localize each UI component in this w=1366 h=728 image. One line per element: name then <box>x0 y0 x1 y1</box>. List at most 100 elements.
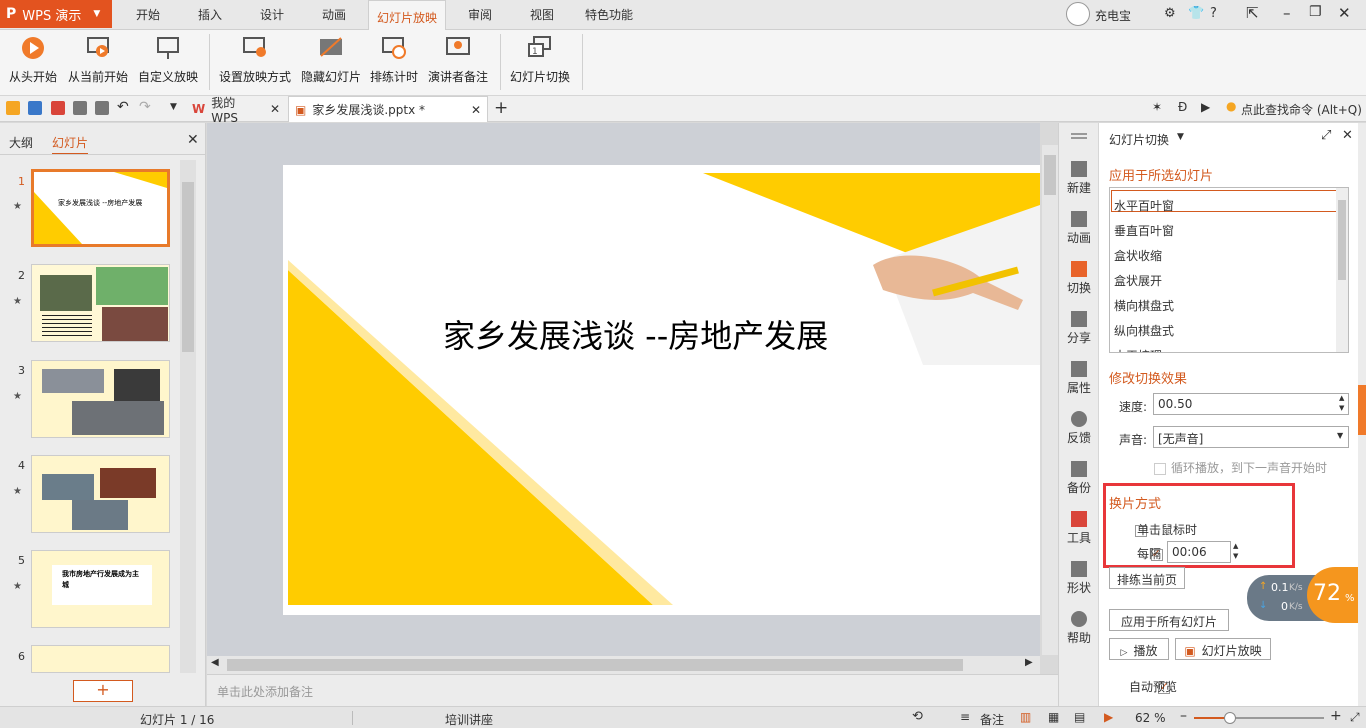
sorter-view-icon[interactable]: ▦ <box>1048 710 1059 724</box>
presenter-notes-button[interactable]: 演讲者备注 <box>428 34 488 85</box>
zoom-slider-thumb[interactable] <box>1224 712 1236 724</box>
list-item[interactable]: 水平百叶窗 <box>1114 194 1174 219</box>
user-name[interactable]: 充电宝 <box>1095 7 1131 24</box>
tab-insert[interactable]: 插入 <box>198 6 222 23</box>
play-button[interactable]: ▷ 播放 <box>1109 638 1169 660</box>
pane-dock-icon[interactable]: ⤢ <box>1321 128 1331 143</box>
slides-scrollbar[interactable] <box>180 160 196 673</box>
sidebar-item-feedback[interactable]: 反馈 <box>1059 411 1099 446</box>
notes-toggle[interactable]: 备注 <box>980 711 1004 728</box>
arrow-icon[interactable]: ▶ <box>1201 100 1210 114</box>
custom-show-button[interactable]: 自定义放映 <box>138 34 198 85</box>
list-item[interactable]: 水平梳理 <box>1114 344 1174 352</box>
chevron-down-icon[interactable]: ▼ <box>1177 132 1184 142</box>
reading-view-icon[interactable]: ▤ <box>1074 710 1085 724</box>
list-item[interactable]: 盒状收缩 <box>1114 244 1174 269</box>
sidebar-item-new[interactable]: 新建 <box>1059 161 1099 196</box>
scrollbar-thumb[interactable] <box>227 659 963 671</box>
list-item[interactable]: 横向棋盘式 <box>1114 294 1174 319</box>
pane-expand-handle[interactable] <box>1358 385 1366 435</box>
from-start-button[interactable]: 从头开始 <box>9 34 57 85</box>
close-panel-icon[interactable]: ✕ <box>187 132 199 148</box>
wps-menu-button[interactable]: P WPS 演示 ▼ <box>0 0 112 28</box>
rehearse-timing-button[interactable]: 排练计时 <box>370 34 418 85</box>
every-stepper[interactable]: ▲ ▼ <box>1233 541 1238 561</box>
avatar[interactable] <box>1066 2 1090 26</box>
hide-slide-button[interactable]: 隐藏幻灯片 <box>301 34 361 85</box>
open-folder-icon[interactable] <box>6 101 20 115</box>
scroll-left-icon[interactable]: ◀ <box>211 657 219 668</box>
new-tab-icon[interactable]: + <box>494 98 508 118</box>
pane-close-icon[interactable]: ✕ <box>1342 128 1353 143</box>
slide-thumbnail-1[interactable]: 家乡发展浅谈 --房地产发展 <box>31 169 170 247</box>
sidebar-item-share[interactable]: 分享 <box>1059 311 1099 346</box>
close-icon[interactable]: ✕ <box>1338 4 1351 22</box>
slide-transition-button[interactable]: 1 幻灯片切换 <box>510 34 570 85</box>
notes-area[interactable]: 单击此处添加备注 <box>207 674 1058 706</box>
preview-icon[interactable] <box>95 101 109 115</box>
pdf-icon[interactable] <box>51 101 65 115</box>
chevron-down-icon[interactable]: ▼ <box>170 102 177 112</box>
effect-list[interactable]: 水平百叶窗 垂直百叶窗 盒状收缩 盒状展开 横向棋盘式 纵向棋盘式 水平梳理 <box>1109 187 1349 353</box>
vertical-scrollbar[interactable] <box>1042 145 1058 655</box>
sidebar-item-backup[interactable]: 备份 <box>1059 461 1099 496</box>
add-slide-button[interactable]: + <box>73 680 133 702</box>
slide-thumbnail-3[interactable] <box>31 360 170 438</box>
slide-title[interactable]: 家乡发展浅谈 --房地产发展 <box>443 311 828 357</box>
pin-icon[interactable]: ✶ <box>1152 100 1162 114</box>
loop-checkbox[interactable] <box>1154 462 1166 475</box>
zoom-slider[interactable] <box>1194 712 1324 724</box>
tab-view[interactable]: 视图 <box>530 6 554 23</box>
list-scrollbar[interactable] <box>1336 188 1348 352</box>
sidebar-item-help[interactable]: 帮助 <box>1059 611 1099 646</box>
slide-thumbnail-4[interactable] <box>31 455 170 533</box>
save-icon[interactable] <box>28 101 42 115</box>
pane-title[interactable]: 幻灯片切换 <box>1109 131 1169 148</box>
tab-slideshow[interactable]: 幻灯片放映 <box>368 0 447 30</box>
tab-document[interactable]: ▣ 家乡发展浅谈.pptx * ✕ <box>288 96 488 122</box>
shirt-icon[interactable]: 👕 <box>1188 6 1204 21</box>
list-item[interactable]: 盒状展开 <box>1114 269 1174 294</box>
scrollbar-thumb[interactable] <box>1338 200 1346 280</box>
rehearse-button[interactable]: 排练当前页 <box>1109 567 1185 589</box>
redo-icon[interactable]: ↷ <box>139 99 151 115</box>
tab-slides[interactable]: 幻灯片 <box>52 134 89 155</box>
list-item[interactable]: 垂直百叶窗 <box>1114 219 1174 244</box>
current-slide[interactable]: 家乡发展浅谈 --房地产发展 <box>283 165 1040 615</box>
list-item[interactable]: 纵向棋盘式 <box>1114 319 1174 344</box>
sidebar-item-animation[interactable]: 动画 <box>1059 211 1099 246</box>
every-input[interactable]: 00:06 <box>1167 541 1231 563</box>
chevron-down-icon[interactable]: ▼ <box>1337 431 1343 440</box>
zoom-level[interactable]: 62 % <box>1135 711 1166 725</box>
from-current-button[interactable]: 从当前开始 <box>68 34 128 85</box>
fit-window-icon[interactable]: ⤢ <box>1350 710 1360 725</box>
tab-features[interactable]: 特色功能 <box>585 6 633 23</box>
tab-start[interactable]: 开始 <box>136 6 160 23</box>
print-icon[interactable] <box>73 101 87 115</box>
sidebar-item-properties[interactable]: 属性 <box>1059 361 1099 396</box>
history-icon[interactable]: ⟲ <box>912 709 923 724</box>
scroll-right-icon[interactable]: ▶ <box>1025 657 1033 668</box>
close-tab-icon[interactable]: ✕ <box>270 102 280 116</box>
sidebar-item-transition[interactable]: 切换 <box>1059 261 1099 296</box>
d-icon[interactable]: Ð <box>1178 100 1187 114</box>
tab-my-wps[interactable]: W 我的WPS ✕ <box>186 96 286 125</box>
restore-ribbon-icon[interactable]: ⇱ <box>1246 4 1259 22</box>
normal-view-icon[interactable]: ▥ <box>1020 710 1031 724</box>
tab-animation[interactable]: 动画 <box>322 6 346 23</box>
speed-stepper[interactable]: ▲ ▼ <box>1339 393 1344 413</box>
minimize-icon[interactable]: – <box>1283 4 1291 22</box>
horizontal-scrollbar[interactable]: ◀ ▶ <box>207 656 1040 674</box>
tab-design[interactable]: 设计 <box>260 6 284 23</box>
slideshow-view-icon[interactable]: ▶ <box>1104 710 1113 724</box>
apply-all-button[interactable]: 应用于所有幻灯片 <box>1109 609 1229 631</box>
zoom-in-icon[interactable]: + <box>1330 708 1342 724</box>
sound-select[interactable]: [无声音] <box>1153 426 1349 448</box>
setup-show-button[interactable]: 设置放映方式 <box>219 34 291 85</box>
scrollbar-thumb[interactable] <box>182 182 194 352</box>
sidebar-item-tools[interactable]: 工具 <box>1059 511 1099 546</box>
memory-percent-badge[interactable]: 72 % <box>1307 567 1359 623</box>
help-icon[interactable]: ? <box>1210 6 1217 21</box>
scrollbar-thumb[interactable] <box>1044 155 1056 195</box>
slideshow-button[interactable]: ▣ 幻灯片放映 <box>1175 638 1271 660</box>
